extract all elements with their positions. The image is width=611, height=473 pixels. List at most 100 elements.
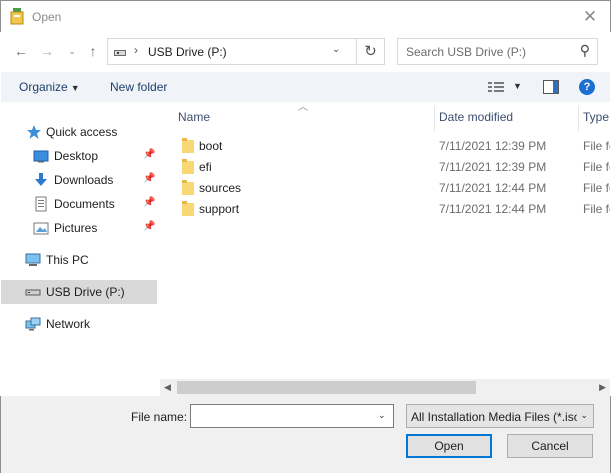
computer-icon [25,253,41,266]
folder-icon [182,201,194,216]
file-name: boot [199,139,223,153]
column-header-date-modified[interactable]: Date modified [439,110,513,124]
address-dropdown-icon[interactable]: ⌄ [332,44,340,55]
file-type: File folder [583,202,610,216]
file-name: efi [199,160,212,174]
file-name-dropdown-icon[interactable]: ⌄ [378,410,386,421]
file-name: sources [199,181,242,195]
title-bar: Open ✕ [0,0,611,32]
sidebar-item-label: Downloads [54,173,114,187]
open-button[interactable]: Open [406,434,492,458]
app-icon [10,8,24,25]
search-icon: ⚲ [579,42,590,58]
pin-icon[interactable]: 📌 [143,149,155,160]
arrow-up-icon: ↑ [89,43,97,59]
caret-down-icon: ▼ [70,83,80,93]
file-name-label: File name: [131,410,188,424]
sidebar-item-label: Desktop [54,149,99,163]
sidebar-item-network[interactable]: Network [1,312,157,336]
arrow-right-icon: → [40,43,54,59]
refresh-button[interactable]: ↻ [356,39,384,64]
pin-icon[interactable]: 📌 [143,221,155,232]
sidebar-item-documents[interactable]: Documents 📌 [1,192,157,216]
organize-button[interactable]: Organize ▼ [19,80,80,94]
table-row[interactable]: sources 7/11/2021 12:44 PM File folder [160,177,610,198]
sidebar-item-pictures[interactable]: Pictures 📌 [1,216,157,240]
file-name: support [199,202,240,216]
column-header-type[interactable]: Type [583,110,609,124]
sidebar-item-label: USB Drive (P:) [46,285,125,299]
pin-icon[interactable]: 📌 [143,173,155,184]
back-button[interactable]: ← [12,42,30,60]
scrollbar-thumb[interactable] [177,381,476,394]
sidebar-item-usb-drive[interactable]: USB Drive (P:) [1,280,157,304]
breadcrumb-location[interactable]: USB Drive (P:) [148,45,227,59]
file-date: 7/11/2021 12:39 PM [439,160,547,174]
star-icon [27,125,41,139]
forward-button[interactable]: → [38,42,56,60]
sidebar-item-label: This PC [46,253,89,267]
network-icon [25,317,41,331]
cancel-button[interactable]: Cancel [507,434,593,458]
folder-icon [182,180,194,195]
sidebar-item-label: Pictures [54,221,98,235]
usb-drive-icon [25,289,41,296]
chevron-down-icon: ⌄ [68,46,76,56]
search-placeholder[interactable]: Search USB Drive (P:) [406,45,526,59]
sidebar-item-label: Network [46,317,91,331]
sidebar-item-label: Documents [54,197,115,211]
sidebar-item-label: Quick access [46,125,118,139]
views-dropdown-icon[interactable]: ▼ [513,81,522,91]
address-bar[interactable]: › USB Drive (P:) ⌄ ↻ [107,38,385,65]
column-divider[interactable] [578,106,579,131]
views-icon[interactable] [488,81,504,93]
new-folder-button[interactable]: New folder [110,80,167,94]
breadcrumb-separator-icon[interactable]: › [134,43,138,57]
file-type-filter-value: All Installation Media Files (*.iso) [411,410,577,424]
column-divider[interactable] [434,106,435,131]
horizontal-scrollbar[interactable]: ◀ ▶ [160,379,610,396]
folder-icon [182,138,194,153]
file-name-input[interactable] [190,404,394,428]
pin-icon[interactable]: 📌 [143,197,155,208]
sidebar-item-this-pc[interactable]: This PC [1,248,157,272]
navigation-pane: Quick access Desktop 📌 Downloads 📌 Docum… [1,102,159,396]
file-type-filter-select[interactable]: All Installation Media Files (*.iso) ⌄ [406,404,594,428]
table-row[interactable]: support 7/11/2021 12:44 PM File folder [160,198,610,219]
file-date: 7/11/2021 12:39 PM [439,139,547,153]
column-header-name[interactable]: Name [178,110,210,124]
preview-pane-icon[interactable] [543,80,559,94]
table-row[interactable]: efi 7/11/2021 12:39 PM File folder [160,156,610,177]
close-icon: ✕ [582,7,598,26]
sort-ascending-icon: ︿ [298,102,308,113]
navigation-bar: ← → ⌄ ↑ › USB Drive (P:) ⌄ ↻ Search USB … [1,32,610,72]
file-type: File folder [583,181,610,195]
table-row[interactable]: boot 7/11/2021 12:39 PM File folder [160,135,610,156]
file-type: File folder [583,160,610,174]
recent-locations-button[interactable]: ⌄ [63,42,81,60]
file-date: 7/11/2021 12:44 PM [439,202,547,216]
file-list: ︿ Name Date modified Type boot 7/11/2021… [160,102,610,396]
sidebar-item-quick-access[interactable]: Quick access [1,120,157,144]
search-box[interactable]: Search USB Drive (P:) ⚲ [397,38,598,65]
file-date: 7/11/2021 12:44 PM [439,181,547,195]
sidebar-item-downloads[interactable]: Downloads 📌 [1,168,157,192]
dialog-footer: File name: ⌄ All Installation Media File… [0,396,611,473]
organize-label: Organize [19,80,68,94]
pictures-icon [33,222,49,235]
desktop-icon [33,150,49,163]
help-icon[interactable]: ? [579,79,595,95]
document-icon [35,196,47,212]
usb-drive-icon [114,50,126,56]
scroll-right-icon[interactable]: ▶ [599,382,606,393]
download-icon [35,173,47,186]
close-button[interactable]: ✕ [580,7,600,27]
folder-icon [182,159,194,174]
refresh-icon: ↻ [364,43,377,60]
window-title: Open [32,10,62,24]
chevron-down-icon: ⌄ [580,410,588,420]
scroll-left-icon[interactable]: ◀ [164,382,171,393]
up-button[interactable]: ↑ [84,42,102,60]
sidebar-item-desktop[interactable]: Desktop 📌 [1,144,157,168]
arrow-left-icon: ← [14,43,28,59]
